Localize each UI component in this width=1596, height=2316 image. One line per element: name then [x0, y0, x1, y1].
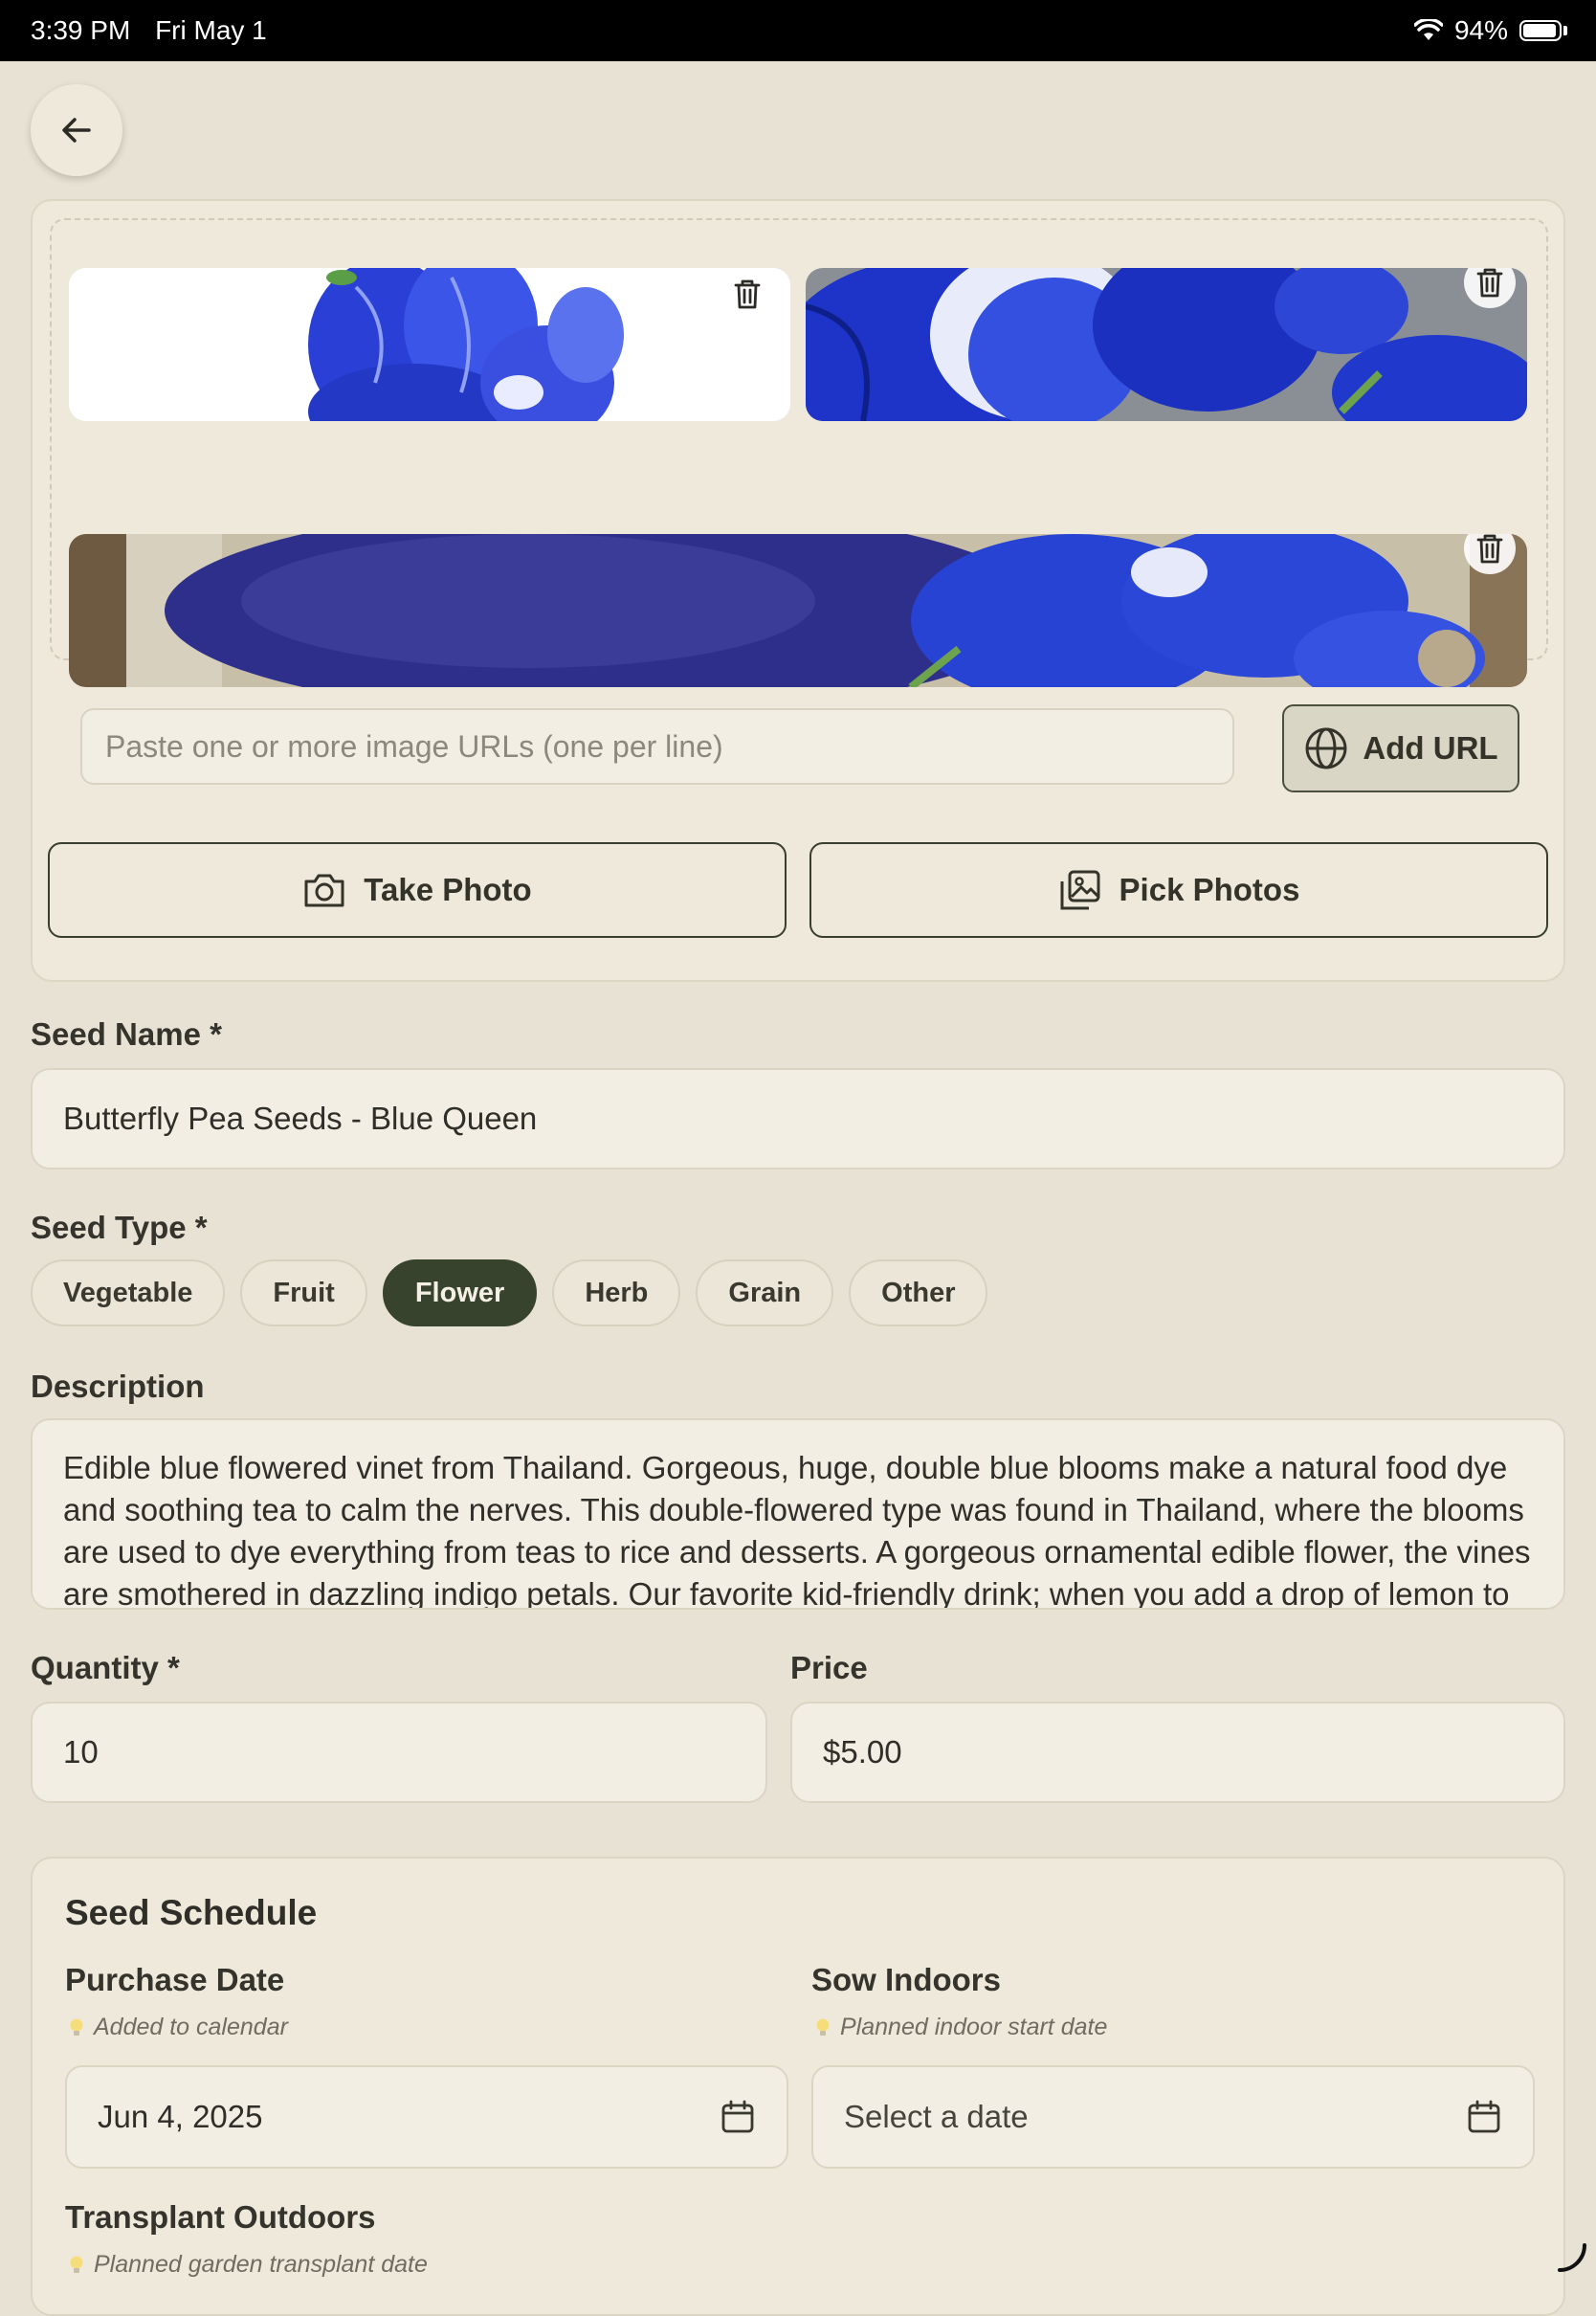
wifi-icon [1413, 19, 1443, 40]
description-value: Edible blue flowered vinet from Thailand… [63, 1450, 1531, 1610]
image-url-placeholder: Paste one or more image URLs (one per li… [105, 728, 723, 764]
loading-spinner-icon [1558, 2243, 1586, 2272]
seed-name-label: Seed Name * [31, 1016, 222, 1052]
sow-indoors-date-picker[interactable]: Select a date [811, 2065, 1535, 2169]
lightbulb-icon [816, 2018, 830, 2036]
take-photo-button[interactable]: Take Photo [48, 842, 787, 938]
calendar-icon [721, 2100, 754, 2133]
photo-thumbnail-1[interactable] [69, 268, 790, 421]
photo-card: Paste one or more image URLs (one per li… [31, 199, 1565, 982]
calendar-icon [1468, 2100, 1500, 2133]
battery-percent: 94% [1453, 15, 1508, 45]
trash-icon [1476, 534, 1503, 564]
flower-photo-2 [806, 268, 1527, 421]
quantity-value: 10 [63, 1734, 99, 1770]
chip-herb[interactable]: Herb [552, 1259, 681, 1326]
price-value: $5.00 [823, 1734, 902, 1770]
trash-icon [1476, 268, 1503, 298]
lightbulb-icon [70, 2018, 83, 2036]
lightbulb-icon [70, 2256, 83, 2273]
seed-schedule-title: Seed Schedule [65, 1893, 318, 1932]
chip-vegetable[interactable]: Vegetable [31, 1259, 226, 1326]
quantity-label: Quantity * [31, 1650, 180, 1685]
back-button[interactable] [31, 84, 122, 176]
seed-schedule-card: Seed Schedule Purchase Date Added to cal… [31, 1857, 1565, 2316]
status-bar: 3:39 PM Fri May 1 94% [0, 0, 1596, 61]
trash-icon [734, 279, 761, 309]
quantity-input[interactable]: 10 [31, 1702, 767, 1803]
sow-indoors-label: Sow Indoors [811, 1962, 1001, 1997]
sow-indoors-hint-text: Planned indoor start date [840, 2014, 1108, 2040]
status-time: 3:39 PM [31, 15, 131, 45]
seed-name-value: Butterfly Pea Seeds - Blue Queen [63, 1101, 538, 1136]
globe-icon [1305, 727, 1347, 769]
sow-indoors-hint: Planned indoor start date [815, 2014, 1107, 2041]
camera-icon [304, 874, 344, 907]
description-label: Description [31, 1369, 205, 1404]
purchase-date-picker[interactable]: Jun 4, 2025 [65, 2065, 788, 2169]
add-url-label: Add URL [1363, 730, 1498, 766]
pick-photos-label: Pick Photos [1119, 872, 1300, 907]
transplant-outdoors-hint-text: Planned garden transplant date [94, 2251, 428, 2278]
arrow-left-icon [62, 118, 91, 143]
battery-tip [1563, 26, 1567, 35]
purchase-date-hint: Added to calendar [69, 2014, 288, 2041]
price-label: Price [790, 1650, 868, 1685]
transplant-outdoors-label: Transplant Outdoors [65, 2199, 376, 2235]
photo-thumbnail-2[interactable] [806, 268, 1527, 421]
battery-icon [1519, 20, 1562, 41]
seed-name-input[interactable]: Butterfly Pea Seeds - Blue Queen [31, 1068, 1565, 1169]
chip-fruit[interactable]: Fruit [240, 1259, 367, 1326]
delete-photo-1-button[interactable] [721, 268, 773, 320]
add-url-button[interactable]: Add URL [1282, 704, 1519, 792]
purchase-date-label: Purchase Date [65, 1962, 285, 1997]
photo-thumbnail-3[interactable] [69, 534, 1527, 687]
flower-photo-1 [69, 268, 790, 421]
purchase-date-hint-text: Added to calendar [94, 2014, 288, 2040]
price-input[interactable]: $5.00 [790, 1702, 1565, 1803]
seed-type-label: Seed Type * [31, 1210, 208, 1245]
chip-other[interactable]: Other [849, 1259, 988, 1326]
transplant-outdoors-hint: Planned garden transplant date [69, 2251, 428, 2279]
butterfly-pea-powder-photo [69, 534, 1527, 687]
image-url-input[interactable]: Paste one or more image URLs (one per li… [80, 708, 1234, 785]
purchase-date-value: Jun 4, 2025 [98, 2099, 263, 2134]
photo-gallery-icon [1060, 870, 1100, 910]
description-textarea[interactable]: Edible blue flowered vinet from Thailand… [31, 1418, 1565, 1610]
pick-photos-button[interactable]: Pick Photos [809, 842, 1548, 938]
chip-flower[interactable]: Flower [382, 1259, 538, 1326]
take-photo-label: Take Photo [364, 872, 532, 907]
seed-type-chips: Vegetable Fruit Flower Herb Grain Other [31, 1259, 988, 1326]
sow-indoors-value: Select a date [844, 2099, 1029, 2134]
chip-grain[interactable]: Grain [696, 1259, 834, 1326]
status-date: Fri May 1 [155, 15, 267, 45]
